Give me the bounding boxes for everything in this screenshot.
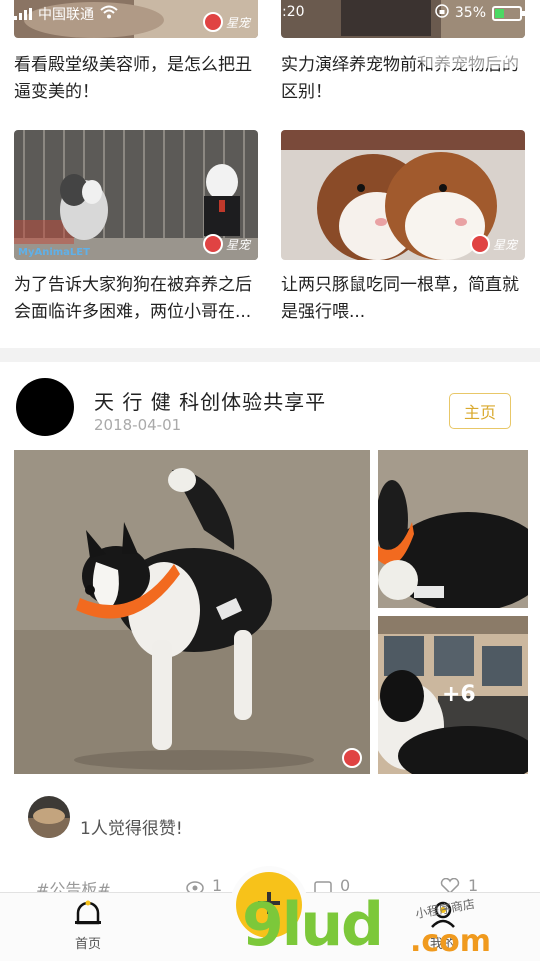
card-4-thumbnail[interactable]: 星宠 bbox=[281, 130, 525, 260]
section-divider bbox=[0, 348, 540, 362]
brand-watermark bbox=[342, 748, 362, 768]
capsule-menu[interactable]: ••• bbox=[418, 38, 528, 68]
post-photo-3[interactable]: +6 bbox=[378, 616, 528, 774]
wifi-icon bbox=[100, 5, 118, 23]
card-3-thumbnail[interactable]: MyAnimaLET 星宠 bbox=[14, 130, 258, 260]
card-3-title[interactable]: 为了告诉大家狗狗在被弃养之后会面临许多困难，两位小哥在... bbox=[14, 272, 258, 326]
author-name[interactable]: 天 行 健 科创体验共享平 bbox=[94, 386, 326, 415]
card-1-title[interactable]: 看看殿堂级美容师，是怎么把丑逼变美的！ bbox=[14, 52, 258, 106]
signal-icon bbox=[14, 8, 32, 20]
rotation-lock-icon bbox=[435, 4, 449, 22]
battery-icon bbox=[492, 5, 525, 21]
tab-home-label: 首页 bbox=[74, 937, 101, 952]
carrier-label: 中国联通 bbox=[38, 7, 94, 23]
post-photo-2[interactable] bbox=[378, 450, 528, 608]
brand-logo-icon bbox=[342, 748, 362, 768]
more-photos-count[interactable]: +6 bbox=[442, 682, 476, 707]
clock-label: :20 bbox=[282, 4, 305, 20]
site-watermark-suffix: .com bbox=[410, 924, 492, 959]
site-watermark: 9lud bbox=[242, 890, 384, 960]
card-4-title[interactable]: 让两只豚鼠吃同一根草，简直就是强行喂... bbox=[281, 272, 525, 326]
more-dots-icon[interactable]: ••• bbox=[432, 43, 467, 64]
home-page-button[interactable]: 主页 bbox=[449, 393, 511, 429]
brand-logo-icon bbox=[202, 234, 223, 254]
status-bar: 中国联通 :20 35% bbox=[0, 0, 540, 26]
like-summary: 1人觉得很赞! bbox=[80, 819, 183, 839]
author-avatar[interactable] bbox=[16, 378, 74, 436]
brand-watermark: 星宠 bbox=[202, 234, 250, 254]
tab-home[interactable]: 首页 bbox=[72, 899, 104, 952]
battery-label: 35% bbox=[454, 5, 486, 21]
post-main-photo[interactable] bbox=[14, 450, 370, 774]
card-3-overlay-text: MyAnimaLET bbox=[18, 247, 90, 258]
brand-logo-icon bbox=[469, 234, 490, 254]
post-date: 2018-04-01 bbox=[94, 416, 182, 434]
brand-watermark: 星宠 bbox=[469, 234, 517, 254]
liker-avatar[interactable] bbox=[28, 796, 70, 838]
home-bell-icon bbox=[72, 899, 104, 933]
close-circle-icon[interactable] bbox=[494, 41, 514, 65]
